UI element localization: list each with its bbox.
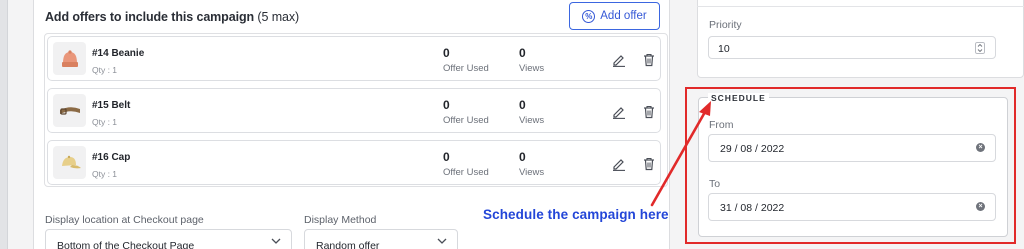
offer-name: #16 Cap [92,152,131,163]
belt-thumbnail-icon [53,94,86,127]
display-location-value: Bottom of the Checkout Page [57,240,195,249]
offer-used-label: Offer Used [443,167,489,178]
to-date-value: 31 / 08 / 2022 [720,202,785,214]
edit-pencil-icon[interactable] [612,105,626,119]
add-offer-label: Add offer [600,10,647,22]
window-edge [0,0,8,249]
delete-trash-icon[interactable] [643,53,655,67]
from-date-value: 29 / 08 / 2022 [720,143,785,155]
from-label: From [709,119,734,131]
delete-trash-icon[interactable] [643,157,655,171]
offer-used-stat: 0 Offer Used [443,98,489,126]
chevron-down-icon [271,238,281,244]
views-count: 0 [519,46,526,60]
offers-section-title: Add offers to include this campaign (5 m… [45,10,299,24]
views-stat: 0 Views [519,46,544,74]
display-location-label: Display location at Checkout page [45,214,204,226]
offer-used-label: Offer Used [443,63,489,74]
offer-qty: Qty : 1 [92,117,118,127]
offer-used-stat: 0 Offer Used [443,150,489,178]
add-offer-button[interactable]: % Add offer [569,2,660,30]
offers-title-max: (5 max) [257,10,300,24]
to-label: To [709,178,721,190]
clear-icon[interactable]: × [976,202,985,211]
number-stepper-icon[interactable] [975,42,985,54]
views-count: 0 [519,98,526,112]
divider [697,6,1024,7]
offer-used-count: 0 [443,98,450,112]
annotation-callout-text: Schedule the campaign here [483,207,669,222]
offer-used-count: 0 [443,46,450,60]
discount-icon: % [582,9,596,23]
offer-item: #15 Belt Qty : 1 0 Offer Used 0 Views [47,88,661,133]
cap-thumbnail-icon [53,146,86,179]
display-method-label: Display Method [304,214,377,226]
views-stat: 0 Views [519,150,544,178]
offer-used-count: 0 [443,150,450,164]
edit-pencil-icon[interactable] [612,53,626,67]
views-count: 0 [519,150,526,164]
delete-trash-icon[interactable] [643,105,655,119]
display-method-select[interactable]: Random offer [304,229,458,249]
campaign-editor: Add offers to include this campaign (5 m… [0,0,1024,249]
offers-title-text: Add offers to include this campaign [45,10,255,24]
beanie-thumbnail-icon [53,42,86,75]
offer-used-label: Offer Used [443,115,489,126]
views-label: Views [519,63,545,74]
offer-qty: Qty : 1 [92,169,118,179]
views-label: Views [519,167,545,178]
display-method-value: Random offer [316,240,380,249]
priority-input[interactable]: 10 [708,36,996,59]
views-stat: 0 Views [519,98,544,126]
priority-label: Priority [709,19,742,31]
views-label: Views [519,115,545,126]
chevron-down-icon [437,238,447,244]
schedule-legend: SCHEDULE [708,93,769,103]
offer-item: #14 Beanie Qty : 1 0 Offer Used 0 Views [47,36,661,81]
offer-qty: Qty : 1 [92,65,118,75]
to-date-input[interactable]: 31 / 08 / 2022 × [708,193,996,221]
from-date-input[interactable]: 29 / 08 / 2022 × [708,134,996,162]
edit-pencil-icon[interactable] [612,157,626,171]
priority-value: 10 [718,43,730,55]
offer-name: #14 Beanie [92,48,145,59]
offer-name: #15 Belt [92,100,131,111]
offer-item: #16 Cap Qty : 1 0 Offer Used 0 Views [47,140,661,185]
clear-icon[interactable]: × [976,143,985,152]
offer-used-stat: 0 Offer Used [443,46,489,74]
display-location-select[interactable]: Bottom of the Checkout Page [45,229,292,249]
